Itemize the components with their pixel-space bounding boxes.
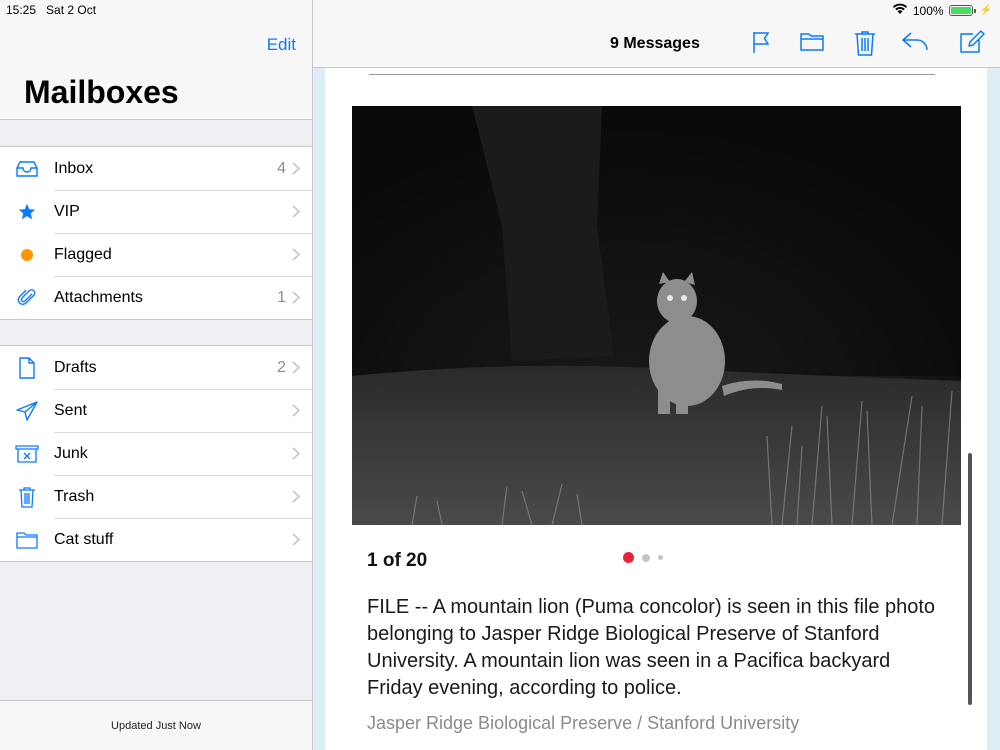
item-count: 2: [277, 358, 286, 376]
sidebar-item-sent[interactable]: Sent: [0, 389, 312, 432]
paperclip-icon: [0, 276, 54, 319]
update-status: Updated Just Now: [111, 719, 201, 732]
sidebar-item-trash[interactable]: Trash: [0, 475, 312, 518]
chevron-right-icon: [292, 533, 312, 546]
edit-button[interactable]: Edit: [267, 35, 296, 55]
flag-icon[interactable]: [751, 30, 771, 59]
mailbox-group-folders: Drafts 2 Sent Junk Trash Cat stuff: [0, 345, 312, 562]
star-icon: [0, 190, 54, 233]
folder-icon[interactable]: [800, 30, 824, 57]
chevron-right-icon: [292, 447, 312, 460]
sidebar-item-attachments[interactable]: Attachments 1: [0, 276, 312, 319]
photo-caption: FILE -- A mountain lion (Puma concolor) …: [367, 596, 936, 699]
page-dot[interactable]: [658, 555, 663, 560]
battery-percent: 100%: [912, 3, 944, 18]
sidebar-item-vip[interactable]: VIP: [0, 190, 312, 233]
sidebar-item-label: Trash: [54, 487, 95, 505]
flag-dot-icon: [0, 233, 54, 276]
page-title: Mailboxes: [24, 74, 179, 110]
chevron-right-icon: [292, 248, 312, 261]
mailbox-group-primary: Inbox 4 VIP Flagged Attachments 1: [0, 146, 312, 320]
sidebar-item-label: Sent: [54, 401, 87, 419]
sidebar-item-label: Junk: [54, 444, 88, 462]
trash-icon[interactable]: [854, 30, 876, 61]
chevron-right-icon: [292, 162, 312, 175]
unread-count: 4: [277, 159, 286, 177]
chevron-right-icon: [292, 404, 312, 417]
status-date: Sat 2 Oct: [46, 3, 97, 17]
page-dot[interactable]: [642, 553, 650, 562]
chevron-right-icon: [292, 361, 312, 374]
sidebar-footer: Updated Just Now: [0, 700, 312, 750]
battery-icon: [948, 5, 976, 16]
chevron-right-icon: [292, 490, 312, 503]
mailboxes-sidebar: Edit Mailboxes Inbox 4 VIP Flagged Attac…: [0, 0, 313, 750]
sidebar-item-label: VIP: [54, 202, 80, 220]
status-bar: 15:25 Sat 2 Oct 100% ⚡: [0, 0, 1000, 20]
sidebar-item-flagged[interactable]: Flagged: [0, 233, 312, 276]
inbox-icon: [0, 147, 54, 190]
scrollbar[interactable]: [968, 453, 972, 705]
thread-count: 9 Messages: [610, 35, 700, 52]
message-pane: 9 Messages 1 of 20 FILE -- A mountain li…: [313, 0, 1000, 750]
message-body: 1 of 20 FILE -- A mountain lion (Puma co…: [325, 68, 987, 750]
page-dot-active[interactable]: [623, 552, 634, 563]
divider: [369, 74, 935, 75]
junk-box-icon: [0, 432, 54, 475]
document-icon: [0, 346, 54, 389]
item-count: 1: [277, 288, 286, 306]
sidebar-item-label: Drafts: [54, 358, 97, 376]
trash-icon: [0, 475, 54, 518]
sidebar-item-cat-stuff[interactable]: Cat stuff: [0, 518, 312, 561]
photo-pager: 1 of 20: [367, 550, 428, 571]
page-dots[interactable]: [623, 552, 663, 563]
paper-plane-icon: [0, 389, 54, 432]
sidebar-item-label: Cat stuff: [54, 530, 114, 548]
sidebar-item-junk[interactable]: Junk: [0, 432, 312, 475]
sidebar-item-label: Attachments: [54, 288, 143, 306]
status-time: 15:25: [6, 3, 37, 17]
wifi-icon: [892, 3, 908, 18]
photo-credit: Jasper Ridge Biological Preserve / Stanf…: [367, 713, 800, 733]
mountain-lion-photo[interactable]: [352, 106, 961, 525]
reply-icon[interactable]: [901, 30, 929, 57]
sidebar-item-label: Inbox: [54, 159, 94, 177]
sidebar-item-label: Flagged: [54, 245, 112, 263]
charging-icon: ⚡: [979, 5, 992, 16]
chevron-right-icon: [292, 291, 312, 304]
sidebar-item-inbox[interactable]: Inbox 4: [0, 147, 312, 190]
folder-icon: [0, 518, 54, 561]
compose-icon[interactable]: [959, 30, 985, 59]
sidebar-item-drafts[interactable]: Drafts 2: [0, 346, 312, 389]
chevron-right-icon: [292, 205, 312, 218]
